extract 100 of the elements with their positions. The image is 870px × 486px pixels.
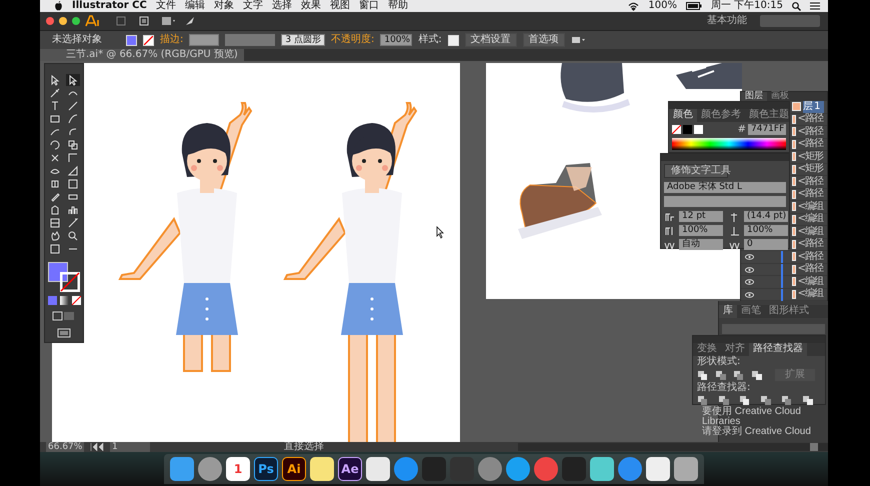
pathfinder-icon[interactable]: [751, 370, 763, 380]
character-field[interactable]: 12 pt: [679, 211, 723, 222]
stroke-weight-field[interactable]: [189, 34, 220, 46]
ai-app-icon[interactable]: Ai: [282, 457, 306, 481]
pathfinder-icon[interactable]: [697, 395, 709, 406]
tool-icon[interactable]: [66, 152, 80, 164]
toolbar-button[interactable]: 文档设置: [464, 33, 517, 47]
panel-tab[interactable]: 对齐: [721, 343, 749, 356]
panel-tab[interactable]: 颜色: [669, 109, 697, 122]
opacity-field[interactable]: 100%: [380, 34, 412, 46]
layer-row[interactable]: <矩形: [798, 150, 827, 163]
visibility-eye-icon[interactable]: [745, 292, 754, 298]
tool-icon[interactable]: [66, 217, 80, 229]
zoom-button[interactable]: [72, 17, 80, 25]
menu-item[interactable]: 选择: [272, 0, 292, 12]
character-field[interactable]: 100%: [744, 225, 788, 236]
color-swatch[interactable]: [683, 125, 692, 134]
panel-tab[interactable]: 路径查找器: [749, 343, 807, 356]
layer-row[interactable]: <路径: [798, 263, 827, 276]
menu-item[interactable]: 帮助: [388, 0, 408, 12]
pathfinder-icon[interactable]: [760, 395, 772, 406]
brush-dropdown[interactable]: 3 点圆形: [281, 34, 325, 46]
panel-tab[interactable]: 画笔: [737, 305, 765, 318]
panel-tab[interactable]: 颜色主题: [745, 109, 793, 122]
pathfinder-icon[interactable]: [733, 370, 745, 380]
workspace-switcher[interactable]: 基本功能: [707, 15, 747, 27]
search-field[interactable]: [760, 15, 820, 27]
pathfinder-icon[interactable]: [739, 395, 751, 406]
layer-row[interactable]: <编组: [798, 226, 827, 238]
panel-tab[interactable]: 颜色参考: [697, 109, 745, 122]
visibility-eye-icon[interactable]: [745, 279, 754, 285]
tool-icon[interactable]: [48, 217, 62, 229]
panel-tab[interactable]: 图形样式: [765, 305, 813, 318]
none-swatch[interactable]: [672, 125, 681, 134]
stroke-swatch[interactable]: [143, 34, 154, 46]
tool-icon[interactable]: [66, 204, 80, 216]
previous-artboard-icon[interactable]: [90, 443, 104, 451]
layer-row[interactable]: <路径: [798, 138, 827, 150]
menu-icon[interactable]: [810, 2, 820, 10]
layer-row[interactable]: 层 1: [803, 100, 824, 113]
tool-icon[interactable]: [48, 113, 62, 125]
panel-tab[interactable]: 库: [719, 305, 737, 318]
character-field[interactable]: 100%: [679, 225, 723, 236]
panel-tab[interactable]: 图层: [741, 92, 767, 101]
close-button[interactable]: [46, 17, 54, 25]
arrange-icon[interactable]: [162, 16, 176, 26]
app-menu[interactable]: Illustrator CC: [72, 0, 147, 12]
character-field[interactable]: 0: [744, 239, 788, 250]
menu-item[interactable]: 编辑: [184, 0, 205, 12]
wifi-icon[interactable]: [628, 2, 640, 10]
pathfinder-icon[interactable]: [781, 395, 793, 406]
layer-row[interactable]: <路径: [798, 126, 827, 138]
stroke-label[interactable]: 描边:: [160, 34, 184, 46]
tool-icon[interactable]: [66, 113, 80, 125]
pathfinder-icon[interactable]: [718, 395, 730, 406]
tool-icon[interactable]: [48, 243, 62, 255]
menu-item[interactable]: 对象: [214, 0, 234, 12]
tool-icon[interactable]: [48, 87, 62, 99]
layer-row[interactable]: <路径: [798, 250, 827, 263]
panel-tab[interactable]: 变换: [693, 343, 721, 356]
document-tab[interactable]: 三节.ai* @ 66.67% (RGB/GPU 预览): [40, 49, 244, 61]
layer-row[interactable]: <路径: [798, 188, 827, 200]
tool-icon[interactable]: [66, 230, 80, 242]
apple-logo-icon[interactable]: [54, 1, 63, 11]
ps-app-icon[interactable]: Ps: [254, 457, 278, 481]
battery-icon[interactable]: [686, 2, 702, 10]
draw-mode-icon[interactable]: [52, 311, 76, 321]
character-field[interactable]: 自动: [679, 239, 723, 250]
stroke-none-swatch[interactable]: [60, 272, 80, 292]
ae-app-icon[interactable]: Ae: [338, 457, 362, 481]
zoom-dropdown[interactable]: 66.67%: [46, 442, 84, 452]
touch-type-button[interactable]: 修饰文字工具: [664, 164, 728, 178]
layer-row[interactable]: <编组: [798, 276, 827, 288]
tool-icon[interactable]: [66, 100, 80, 112]
artboard-dropdown[interactable]: 1: [110, 442, 150, 452]
tool-icon[interactable]: [66, 74, 80, 86]
pathfinder-icon[interactable]: [697, 370, 709, 380]
minimize-button[interactable]: [59, 17, 67, 25]
style-swatch[interactable]: [448, 34, 459, 46]
fill-swatch[interactable]: [126, 34, 137, 46]
character-field[interactable]: (14.4 pt): [744, 211, 788, 222]
menu-item[interactable]: 效果: [300, 0, 321, 12]
visibility-eye-icon[interactable]: [745, 266, 754, 272]
color-swatch[interactable]: [694, 125, 703, 134]
font-family-dropdown[interactable]: Adobe 宋体 Std L: [664, 182, 786, 193]
layer-row[interactable]: <路径: [798, 176, 827, 188]
hex-field[interactable]: 7471FF: [748, 124, 786, 135]
color-spectrum[interactable]: [672, 138, 786, 150]
pathfinder-icon[interactable]: [802, 395, 814, 406]
visibility-eye-icon[interactable]: [745, 254, 754, 260]
clock[interactable]: 周一 下午10:15: [711, 0, 783, 12]
menu-item[interactable]: 视图: [330, 0, 350, 12]
layer-row[interactable]: <路径: [798, 238, 827, 250]
arrange-documents-icon[interactable]: [570, 35, 585, 45]
layer-row[interactable]: <路径: [798, 113, 827, 126]
none-mode-icon[interactable]: [72, 296, 80, 305]
layer-row[interactable]: <编组: [798, 288, 827, 300]
tool-icon[interactable]: [66, 178, 80, 190]
search-icon[interactable]: [792, 2, 801, 10]
screen-mode-icon[interactable]: [57, 328, 71, 338]
